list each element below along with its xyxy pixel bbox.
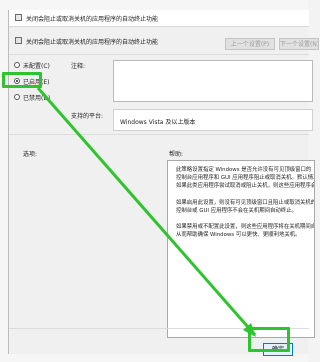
setting-name: 关闭会阻止或取消关机的应用程序的自动终止功能 [26, 39, 159, 46]
radio-not-configured[interactable]: 未配置(C) [14, 60, 50, 70]
radio-label: 未配置(C) [23, 62, 50, 70]
next-setting-button[interactable]: 下一个设置(N) [279, 38, 319, 50]
options-pane [23, 160, 163, 338]
section-divider [9, 134, 309, 135]
radio-disabled[interactable]: 已禁用(D) [14, 92, 50, 102]
help-line: 此策略设置指定 Windows 是否允许没有可见顶级窗口的 [176, 167, 312, 173]
comment-label: 注释: [71, 63, 86, 70]
help-text: 此策略设置指定 Windows 是否允许没有可见顶级窗口的 控制台应用程序和 GU… [176, 166, 315, 247]
enabled-highlight-box [2, 72, 42, 88]
radio-label: 已禁用(D) [23, 94, 51, 102]
help-line: 控制台应用程序和 GUI 应用程序阻止或取消关机。默认情况下， [176, 175, 315, 182]
help-line: 如果启用此设置，则没有可见顶级窗口且阻止或取消关机的 [176, 199, 315, 206]
options-label: 选项: [23, 151, 38, 158]
supported-on-label: 支持的平台: [71, 113, 104, 120]
help-line: 如果禁用或不配置此设置，则这些应用程序将在关机期间自动终止， [176, 224, 315, 231]
comment-textarea[interactable] [113, 60, 313, 102]
help-paragraph: 此策略设置指定 Windows 是否允许没有可见顶级窗口的 控制台应用程序和 GU… [176, 166, 315, 191]
help-paragraph: 如果启用此设置，则没有可见顶级窗口且阻止或取消关机的 控制台或 GUI 应用程序不… [176, 199, 315, 215]
supported-on-value: Windows Vista 及以上版本 [120, 119, 196, 126]
policy-icon [15, 14, 22, 21]
ok-highlight-box [248, 327, 290, 352]
window-title: 关闭会阻止或取消关机的应用程序的自动终止功能 [26, 16, 159, 23]
help-label: 帮助: [169, 151, 184, 158]
supported-on-box: Windows Vista 及以上版本 [113, 109, 313, 131]
header-divider [9, 54, 309, 55]
help-paragraph: 如果禁用或不配置此设置，则这些应用程序将在关机期间自动终止，从而帮助确保 Win… [176, 223, 315, 239]
help-pane[interactable]: 此策略设置指定 Windows 是否允许没有可见顶级窗口的 控制台应用程序和 GU… [167, 160, 315, 338]
radio-circle-icon [14, 62, 20, 68]
help-line: 控制台或 GUI 应用程序不会在关机期间自动终止。 [176, 207, 297, 214]
previous-setting-button[interactable]: 上一个设置(P) [225, 38, 275, 50]
help-line: 从而帮助确保 Windows 可以更快、更顺利地关机。 [176, 232, 301, 239]
policy-dialog: 关闭会阻止或取消关机的应用程序的自动终止功能 关闭会阻止或取消关机的应用程序的自… [8, 10, 319, 356]
title-bar: 关闭会阻止或取消关机的应用程序的自动终止功能 [9, 10, 309, 27]
setting-icon [15, 37, 22, 44]
help-line: 如果此类应用程序尝试取消或阻止关机，则这些应用程序会自动终止。 [176, 183, 314, 190]
radio-circle-icon [14, 94, 20, 100]
